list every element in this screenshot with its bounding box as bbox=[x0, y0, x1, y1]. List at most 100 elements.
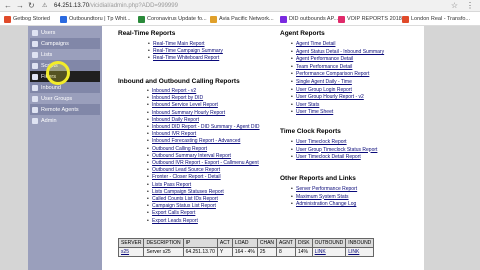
bullet-icon: • bbox=[148, 41, 150, 47]
report-link[interactable]: Fronter - Closer Report - Detail bbox=[152, 174, 221, 180]
report-link[interactable]: Single Agent Daily - Time bbox=[296, 79, 352, 85]
report-link[interactable]: User Timeclock Report bbox=[296, 139, 347, 145]
bullet-icon: • bbox=[147, 174, 149, 181]
report-link[interactable]: Inbound Summary Hourly Report bbox=[152, 110, 225, 116]
lists-icon bbox=[32, 51, 38, 58]
sidebar-item-campaigns[interactable]: Campaigns bbox=[30, 38, 100, 49]
report-link[interactable]: Inbound DID Report - DID Summary - Agent… bbox=[152, 124, 260, 130]
bullet-icon: • bbox=[147, 217, 149, 224]
bullet-icon: • bbox=[291, 146, 293, 153]
outbound-link[interactable]: LINK bbox=[311, 247, 347, 257]
bookmark-item[interactable]: Outboundtoru | Tp Whit... bbox=[60, 15, 131, 24]
forward-icon[interactable]: → bbox=[16, 1, 24, 11]
browser-menu-icon[interactable]: ⋮ bbox=[466, 1, 474, 11]
table-cell: 64.251.13.70 bbox=[182, 247, 218, 257]
sidebar-item-remote-agents[interactable]: Remote Agents bbox=[30, 104, 100, 115]
report-link[interactable]: Campaign Status List Report bbox=[152, 203, 216, 209]
report-link[interactable]: Inbound Forecasting Report - Advanced bbox=[152, 138, 240, 144]
bullet-icon: • bbox=[291, 201, 293, 207]
report-link[interactable]: Administration Change Log bbox=[296, 201, 356, 207]
bullet-icon: • bbox=[147, 188, 149, 195]
bookmark-item[interactable]: London Real - Transfo... bbox=[402, 15, 470, 24]
sidebar-item-users[interactable]: Users bbox=[30, 27, 100, 38]
report-link[interactable]: User Group Hourly Report - v2 bbox=[296, 94, 364, 100]
bullet-icon: • bbox=[291, 86, 293, 93]
report-link[interactable]: User Stats bbox=[296, 102, 319, 108]
bookmark-label: London Real - Transfo... bbox=[411, 16, 471, 22]
report-link[interactable]: Real-Time Main Report bbox=[153, 41, 205, 47]
report-link[interactable]: Export Calls Report bbox=[152, 210, 195, 216]
sidebar-item-inbound[interactable]: Inbound bbox=[30, 82, 100, 93]
bullet-icon: • bbox=[147, 95, 149, 102]
bullet-icon: • bbox=[147, 210, 149, 217]
report-link[interactable]: Team Performance Detail bbox=[296, 64, 352, 70]
report-link[interactable]: Agent Status Detail - Inbound Summary bbox=[296, 49, 384, 55]
back-icon[interactable]: ← bbox=[4, 1, 12, 11]
bookmark-favicon-icon bbox=[338, 16, 345, 23]
not-secure-icon[interactable]: ⚠ bbox=[42, 1, 47, 11]
reload-icon[interactable]: ↻ bbox=[28, 1, 35, 11]
inbound-link[interactable]: LINK bbox=[345, 247, 375, 257]
report-link[interactable]: User Group Login Report bbox=[296, 87, 352, 93]
realtime-reports-heading: Real-Time Reports bbox=[118, 30, 176, 37]
bookmark-item[interactable]: VOIP REPORTS 2018... bbox=[338, 15, 406, 24]
report-link[interactable]: Inbound Report - v2 bbox=[152, 88, 196, 94]
sidebar-item-lists[interactable]: Lists bbox=[30, 49, 100, 60]
report-link[interactable]: User Time Sheet bbox=[296, 109, 333, 115]
report-link[interactable]: Agent Time Detail bbox=[296, 41, 335, 47]
report-link[interactable]: Outbound IVR Report - Export - Callmenu … bbox=[152, 160, 259, 166]
table-header-row: SERVER DESCRIPTION IP ACT LOAD CHAN AGNT… bbox=[117, 238, 375, 248]
table-cell: 25 bbox=[256, 247, 278, 257]
page-margin-right bbox=[424, 26, 480, 270]
report-link[interactable]: Export Leads Report bbox=[152, 218, 198, 224]
table-header-cell: CHAN bbox=[256, 238, 278, 248]
report-link[interactable]: User Group Timeclock Status Report bbox=[296, 147, 377, 153]
report-link[interactable]: Maximum System Stats bbox=[296, 194, 349, 200]
bullet-icon: • bbox=[291, 41, 293, 47]
bookmark-item[interactable]: Coronavirus Update fo... bbox=[138, 15, 207, 24]
report-link[interactable]: Agent Performance Detail bbox=[296, 56, 353, 62]
sidebar-item-label: User Groups bbox=[41, 95, 73, 102]
bookmark-item[interactable]: Getbog Storied bbox=[4, 15, 50, 24]
agent-reports-heading: Agent Reports bbox=[280, 30, 325, 37]
sidebar-item-label: Inbound bbox=[41, 84, 61, 91]
report-link[interactable]: Real-Time Campaign Summary bbox=[153, 48, 223, 54]
report-link[interactable]: Inbound Report by DID bbox=[152, 95, 203, 101]
bookmark-label: VOIP REPORTS 2018... bbox=[347, 16, 407, 22]
report-link[interactable]: Lists Pass Report bbox=[152, 182, 191, 188]
bookmark-favicon-icon bbox=[138, 16, 145, 23]
server-link[interactable]: s25 bbox=[117, 247, 145, 257]
bullet-icon: • bbox=[147, 160, 149, 166]
sidebar-item-label: Lists bbox=[41, 51, 53, 58]
bookmark-item[interactable]: Avia Pacific Network... bbox=[210, 15, 274, 24]
report-link[interactable]: Inbound Daily Report bbox=[152, 117, 199, 123]
filters-icon bbox=[32, 73, 38, 80]
bullet-icon: • bbox=[147, 152, 149, 159]
report-link[interactable]: Lists Campaign Statuses Report bbox=[152, 189, 224, 195]
table-header-cell: ACT bbox=[216, 238, 233, 248]
bookmark-item[interactable]: DID outbounds AP... bbox=[280, 15, 338, 24]
report-link[interactable]: User Timeclock Detail Report bbox=[296, 154, 361, 160]
bullet-icon: • bbox=[147, 145, 149, 152]
report-link[interactable]: Inbound Service Level Report bbox=[152, 102, 218, 108]
table-header-cell: INBOUND bbox=[345, 238, 375, 248]
report-link[interactable]: Outbound Lead Source Report bbox=[152, 167, 220, 173]
bookmark-favicon-icon bbox=[402, 16, 409, 23]
bookmark-star-icon[interactable]: ☆ bbox=[451, 1, 458, 11]
report-link[interactable]: Server Performance Report bbox=[296, 186, 357, 192]
report-link[interactable]: Called Counts List IDs Report bbox=[152, 196, 218, 202]
url-field[interactable]: 64.251.13.70/vicidial/admin.php?ADD=9999… bbox=[54, 2, 178, 10]
report-link[interactable]: Outbound Summary Interval Report bbox=[152, 153, 231, 159]
report-link[interactable]: Inbound IVR Report bbox=[152, 131, 196, 137]
bullet-icon: • bbox=[291, 71, 293, 78]
sidebar-item-admin[interactable]: Admin bbox=[30, 115, 100, 126]
report-link[interactable]: Outbound Calling Report bbox=[152, 146, 207, 152]
report-link[interactable]: Real-Time Whiteboard Report bbox=[153, 55, 219, 61]
bullet-icon: • bbox=[291, 193, 293, 200]
table-header-cell: DISK bbox=[294, 238, 313, 248]
report-link[interactable]: Performance Comparison Report bbox=[296, 71, 369, 77]
bookmark-label: Coronavirus Update fo... bbox=[147, 16, 207, 22]
table-header-cell: OUTBOUND bbox=[311, 238, 347, 248]
other-reports-heading: Other Reports and Links bbox=[280, 175, 356, 182]
sidebar-item-user-groups[interactable]: User Groups bbox=[30, 93, 100, 104]
